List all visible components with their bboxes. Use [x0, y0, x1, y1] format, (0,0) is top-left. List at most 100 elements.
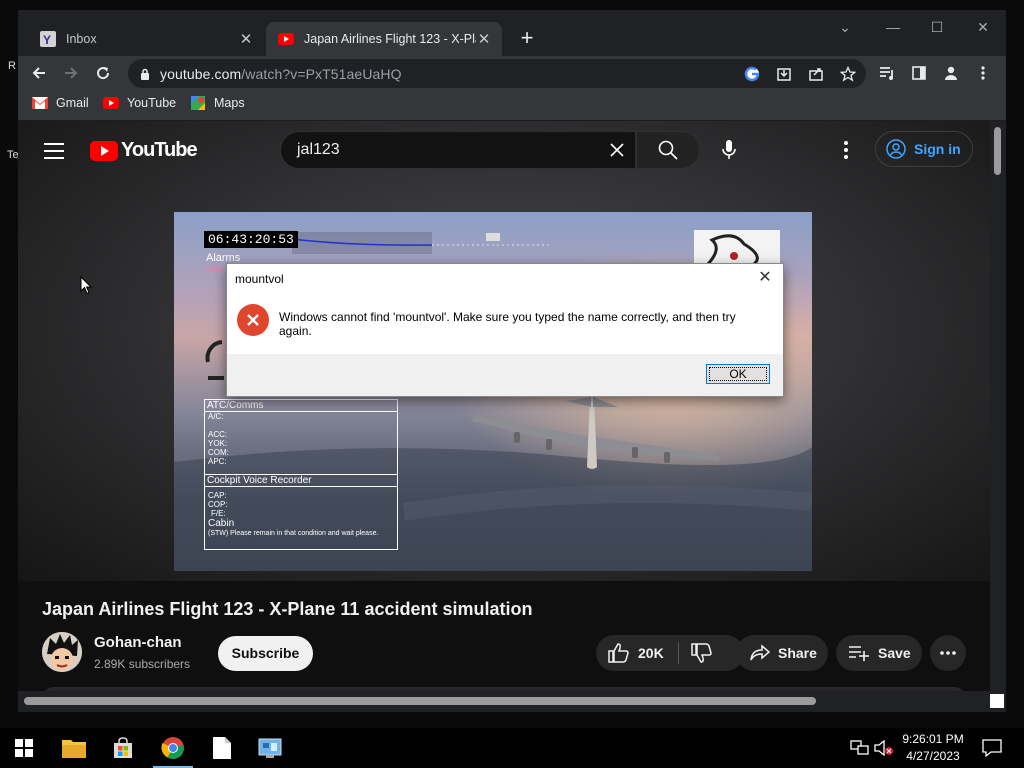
dialog-close-icon[interactable]: ✕: [755, 269, 775, 289]
bookmark-label: YouTube: [127, 96, 177, 110]
desktop-text-fragment: R: [8, 60, 16, 72]
tab-close-icon[interactable]: ✕: [238, 30, 254, 48]
taskbar-store[interactable]: [111, 736, 135, 760]
reload-button[interactable]: [90, 60, 116, 86]
maximize-button[interactable]: ☐: [922, 16, 952, 38]
lock-icon: [140, 67, 150, 85]
url-text: youtube.com/watch?v=PxT51aeUaHQ: [160, 66, 402, 82]
share-button[interactable]: Share: [736, 635, 828, 671]
atc-row: APC:: [208, 457, 227, 466]
tab-search-chevron-icon[interactable]: ⌄: [830, 16, 860, 38]
bookmarks-bar: Gmail YouTube Maps: [18, 90, 1006, 121]
url-host: youtube.com: [160, 66, 242, 82]
folder-icon: [62, 740, 86, 758]
close-window-button[interactable]: ✕: [968, 16, 998, 38]
tab-inbox[interactable]: Y Inbox ✕: [28, 22, 264, 56]
mouse-cursor-icon: [80, 276, 92, 295]
tab-youtube-video[interactable]: Japan Airlines Flight 123 - X-Plane ✕: [266, 22, 502, 56]
tab-close-icon[interactable]: ✕: [476, 30, 492, 48]
bookmark-youtube[interactable]: YouTube: [103, 96, 176, 110]
more-actions-button[interactable]: [930, 635, 966, 671]
hamburger-menu-icon[interactable]: [44, 143, 64, 164]
network-icon[interactable]: [848, 736, 872, 760]
back-button[interactable]: [26, 60, 52, 86]
address-bar[interactable]: youtube.com/watch?v=PxT51aeUaHQ: [128, 59, 866, 88]
gmail-icon: [32, 96, 48, 110]
search-button[interactable]: [636, 131, 700, 169]
new-tab-button[interactable]: +: [514, 26, 540, 52]
voice-search-button[interactable]: [710, 131, 748, 169]
like-button[interactable]: 20K: [596, 643, 664, 663]
atc-row: ACC:: [208, 430, 228, 439]
media-queue-icon[interactable]: [876, 62, 898, 84]
url-path: /watch?v=PxT51aeUaHQ: [241, 66, 402, 82]
back-arrow-icon: [32, 67, 45, 79]
ok-button[interactable]: OK: [706, 364, 770, 384]
share-icon[interactable]: [806, 64, 826, 84]
taskbar-notepad[interactable]: [210, 736, 234, 760]
thumbs-up-icon: [608, 643, 629, 663]
google-lens-icon[interactable]: [742, 64, 762, 84]
cockpit-voice-recorder-panel: Cockpit Voice Recorder CAP: COP: F/E: Ca…: [204, 474, 398, 550]
search-input[interactable]: jal123: [280, 131, 636, 169]
dislike-button[interactable]: [679, 643, 713, 663]
avatar-image: [42, 632, 82, 672]
channel-avatar[interactable]: [42, 632, 82, 672]
windows-logo-icon: [15, 739, 33, 757]
atc-row: [205, 421, 397, 430]
taskbar-clock[interactable]: 9:26:01 PM 4/27/2023: [895, 731, 971, 765]
like-count: 20K: [638, 645, 664, 661]
youtube-icon: [103, 96, 119, 110]
subscribe-button[interactable]: Subscribe: [218, 636, 313, 671]
taskbar-control-panel[interactable]: [258, 736, 282, 760]
more-options-icon[interactable]: [836, 139, 856, 161]
vertical-scroll-thumb[interactable]: [994, 127, 1001, 175]
cabin-text: (STW) Please remain in that condition an…: [208, 530, 379, 537]
maps-icon: [190, 96, 206, 110]
forward-button[interactable]: [58, 60, 84, 86]
minimize-button[interactable]: —: [878, 16, 908, 38]
horizontal-scroll-thumb[interactable]: [24, 697, 816, 705]
clear-search-icon[interactable]: [607, 140, 627, 165]
side-panel-icon[interactable]: [908, 62, 930, 84]
atc-row: A/C:: [208, 412, 224, 421]
volume-muted-icon[interactable]: [872, 736, 896, 760]
taskbar: 9:26:01 PM 4/27/2023: [0, 728, 1024, 768]
atc-comms-panel: ATC/Comms A/C: ACC: YOK: COM: APC:: [204, 399, 398, 475]
bookmark-label: Maps: [214, 96, 245, 110]
like-dislike-group: 20K: [596, 635, 744, 671]
cvr-row: CAP:: [208, 491, 227, 500]
cvr-row: F/E:: [211, 509, 226, 518]
tab-title: Inbox: [66, 32, 97, 46]
taskbar-file-explorer[interactable]: [62, 736, 86, 760]
subscriber-count: 2.89K subscribers: [94, 657, 191, 671]
atc-row: YOK:: [208, 439, 228, 448]
tab-strip: Y Inbox ✕ Japan Airlines Flight 123 - X-…: [18, 10, 1006, 56]
video-title: Japan Airlines Flight 123 - X-Plane 11 a…: [42, 599, 533, 619]
channel-name[interactable]: Gohan-chan: [94, 634, 182, 651]
horizontal-scrollbar[interactable]: [18, 691, 1006, 712]
browser-toolbar: youtube.com/watch?v=PxT51aeUaHQ: [18, 56, 1006, 90]
youtube-play-icon: [90, 140, 118, 161]
taskbar-chrome[interactable]: [153, 736, 193, 768]
start-button[interactable]: [12, 736, 36, 760]
bookmark-maps[interactable]: Maps: [190, 96, 245, 110]
save-button[interactable]: Save: [836, 635, 922, 671]
bookmark-gmail[interactable]: Gmail: [32, 96, 89, 110]
chrome-menu-icon[interactable]: [972, 62, 994, 84]
cvr-title: Cockpit Voice Recorder: [205, 475, 397, 487]
bookmark-star-icon[interactable]: [838, 64, 858, 84]
youtube-logo[interactable]: YouTube: [90, 139, 198, 162]
notifications-icon[interactable]: [980, 736, 1004, 760]
clock-date: 4/27/2023: [906, 749, 960, 763]
sign-in-button[interactable]: Sign in: [875, 131, 973, 167]
profile-icon[interactable]: [940, 62, 962, 84]
thumbs-down-icon: [690, 643, 712, 663]
yahoo-mail-icon: Y: [40, 31, 56, 47]
install-app-icon[interactable]: [774, 64, 794, 84]
vertical-scrollbar[interactable]: [990, 121, 1006, 691]
control-panel-icon: [258, 738, 282, 758]
share-label: Share: [778, 645, 817, 661]
dialog-body: [227, 264, 783, 354]
reload-icon: [97, 67, 110, 80]
